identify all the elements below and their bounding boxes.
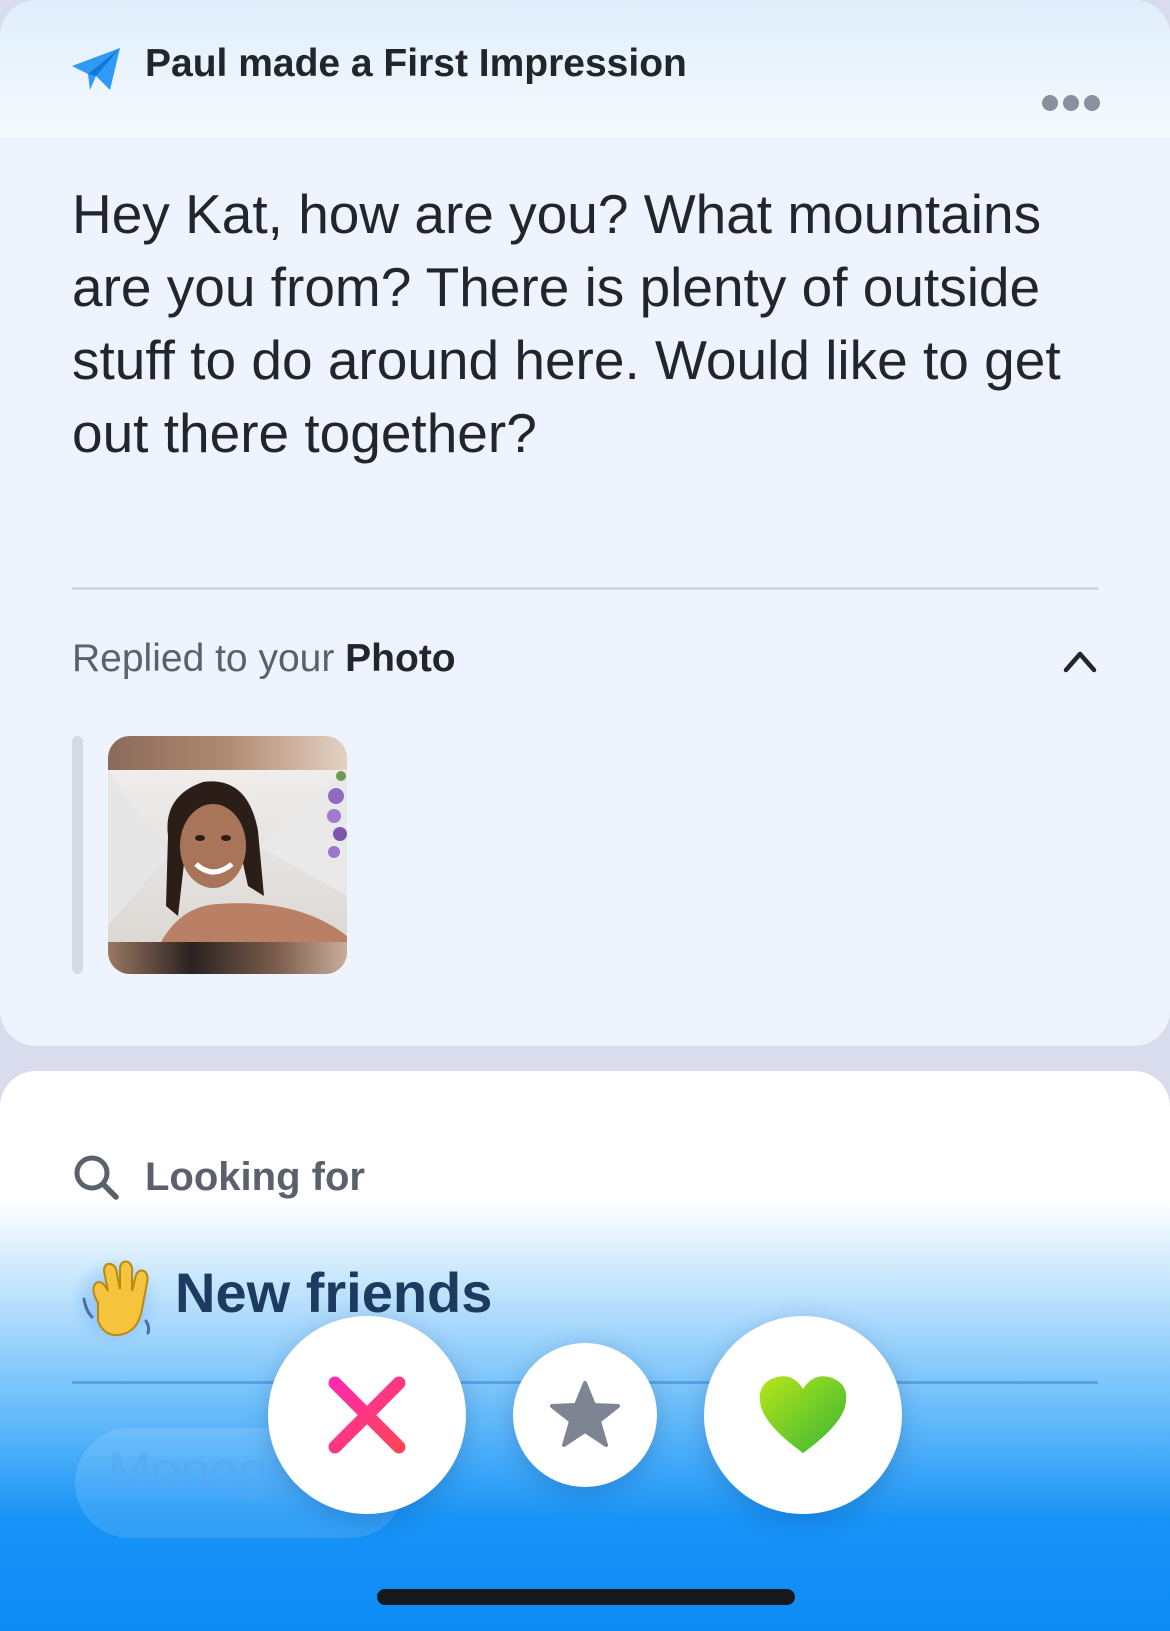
nope-button[interactable] <box>268 1316 466 1514</box>
card-title: Paul made a First Impression <box>145 42 687 85</box>
waving-hand-icon <box>82 1260 151 1337</box>
first-impression-message: Hey Kat, how are you? What mountains are… <box>72 183 1061 464</box>
heart-icon <box>759 1376 847 1453</box>
replied-photo[interactable] <box>108 736 347 974</box>
replied-prefix: Replied to your <box>72 637 346 680</box>
like-button[interactable] <box>704 1316 902 1514</box>
ellipsis-icon[interactable] <box>1042 95 1106 115</box>
chevron-up-icon[interactable] <box>1062 648 1098 674</box>
star-icon <box>550 1381 620 1447</box>
search-icon <box>74 1155 119 1200</box>
paper-plane-icon <box>72 48 120 90</box>
super-like-button[interactable] <box>513 1343 657 1487</box>
looking-for-value: New friends <box>175 1261 493 1324</box>
looking-for-label: Looking for <box>145 1155 365 1199</box>
replied-target: Photo <box>345 637 456 680</box>
first-impression-card: Paul made a First Impression Hey Kat, ho… <box>0 0 1170 1046</box>
replied-to-label: Replied to your Photo <box>72 637 456 681</box>
home-indicator[interactable] <box>377 1589 795 1605</box>
card-header: Paul made a First Impression <box>0 0 1170 138</box>
quote-bar <box>72 736 83 974</box>
relationship-type-partial: Monoga <box>108 1442 296 1500</box>
divider <box>72 587 1098 590</box>
x-icon <box>328 1376 406 1454</box>
